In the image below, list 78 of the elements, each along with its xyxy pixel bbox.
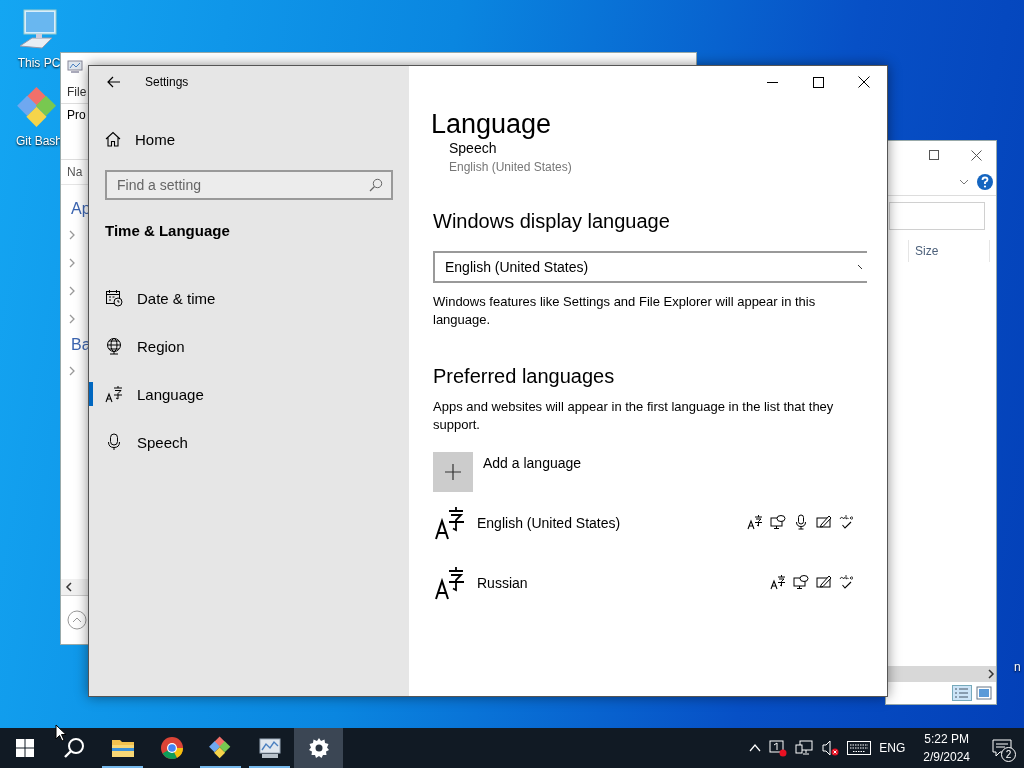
add-language-button[interactable]	[433, 452, 473, 492]
chevron-icon[interactable]	[69, 314, 75, 324]
scroll-right-icon[interactable]	[987, 669, 995, 679]
nav-item[interactable]: Home	[135, 130, 175, 148]
notification-icon	[992, 738, 1012, 758]
search-icon	[62, 737, 85, 759]
start-icon	[15, 739, 34, 757]
browser-icon	[159, 736, 184, 760]
help-icon[interactable]	[977, 174, 993, 190]
spell-check-icon	[839, 574, 855, 590]
plus-icon	[444, 463, 462, 481]
window-title: Settings	[145, 75, 189, 89]
desktop-icon-label[interactable]: n	[1014, 660, 1021, 674]
scroll-left-icon[interactable]	[65, 582, 73, 592]
muted-speaker-icon[interactable]	[821, 739, 840, 757]
setting-label[interactable]: Speech	[449, 142, 863, 154]
menu-item[interactable]: File	[67, 85, 87, 99]
chevron-icon[interactable]	[69, 258, 75, 268]
section-heading: Preferred languages	[433, 365, 616, 388]
network-icon[interactable]	[795, 739, 814, 757]
language-name[interactable]: Russian	[477, 575, 758, 591]
chevron-icon[interactable]	[69, 230, 75, 240]
microphone-icon	[105, 433, 123, 451]
clock[interactable]: 5:22 PM 2/9/2024	[913, 730, 980, 766]
git-icon[interactable]	[208, 736, 233, 760]
nav-item[interactable]: Language	[137, 385, 204, 403]
globe-icon	[105, 337, 123, 355]
home-icon[interactable]	[105, 131, 121, 147]
description-text: Apps and websites will appear in the first language in the list that they support.	[433, 398, 835, 434]
back-arrow-icon	[107, 76, 121, 88]
spell-check-icon	[839, 514, 855, 530]
pen-icon	[816, 574, 832, 590]
close-icon	[858, 76, 870, 88]
thumbnail-view-icon[interactable]	[976, 686, 992, 700]
monitor-speech-icon	[793, 574, 809, 590]
search-field[interactable]	[889, 202, 985, 230]
gear-icon	[307, 737, 330, 759]
monitor-icon	[257, 737, 282, 759]
page-title: Language	[431, 108, 553, 141]
column-header[interactable]: Size	[908, 240, 990, 262]
ribbon-tab[interactable]: Pro	[67, 108, 86, 122]
desktop-icon-label[interactable]: Git Bash	[16, 134, 62, 148]
nav-item[interactable]: Date & time	[137, 289, 216, 307]
language-icon	[770, 574, 786, 590]
language-icon	[747, 514, 763, 530]
setting-value: English (United States)	[448, 160, 573, 174]
description-text: Windows features like Settings and File Explorer will appear in this language.	[433, 293, 817, 329]
nav-item[interactable]: Speech	[137, 433, 188, 451]
language-icon	[105, 385, 123, 403]
search-field[interactable]: Find a setting	[105, 170, 393, 200]
chevron-icon[interactable]	[69, 366, 75, 376]
language-icon	[435, 506, 465, 540]
maximize-icon	[812, 76, 824, 88]
nav-item[interactable]: Region	[137, 337, 185, 355]
horizontal-scrollbar[interactable]	[886, 666, 996, 682]
column-header[interactable]: Na	[67, 165, 83, 179]
add-language-label[interactable]: Add a language	[483, 455, 582, 471]
language-name[interactable]: English (United States)	[477, 515, 735, 531]
input-language[interactable]: ENG	[879, 741, 906, 755]
calendar-clock-icon	[105, 289, 123, 307]
back-button[interactable]	[105, 74, 123, 90]
chevron-icon[interactable]	[69, 286, 75, 296]
folder-icon	[110, 737, 135, 759]
close-icon[interactable]	[971, 149, 982, 161]
section-heading: Windows display language	[433, 210, 671, 233]
maximize-icon[interactable]	[929, 150, 939, 160]
mouse-cursor-icon	[55, 724, 67, 742]
taskbar-app-button[interactable]	[294, 728, 343, 768]
monitor-alert-icon[interactable]	[769, 739, 788, 757]
microphone-icon	[793, 514, 809, 530]
language-dropdown[interactable]: English (United States)	[433, 251, 867, 283]
keyboard-icon[interactable]	[847, 741, 872, 755]
search-icon	[369, 178, 383, 192]
monitor-speech-icon	[770, 514, 786, 530]
pen-icon	[816, 514, 832, 530]
section-title: Time & Language	[104, 222, 231, 239]
language-icon	[435, 566, 465, 600]
monitor-icon	[67, 60, 83, 74]
